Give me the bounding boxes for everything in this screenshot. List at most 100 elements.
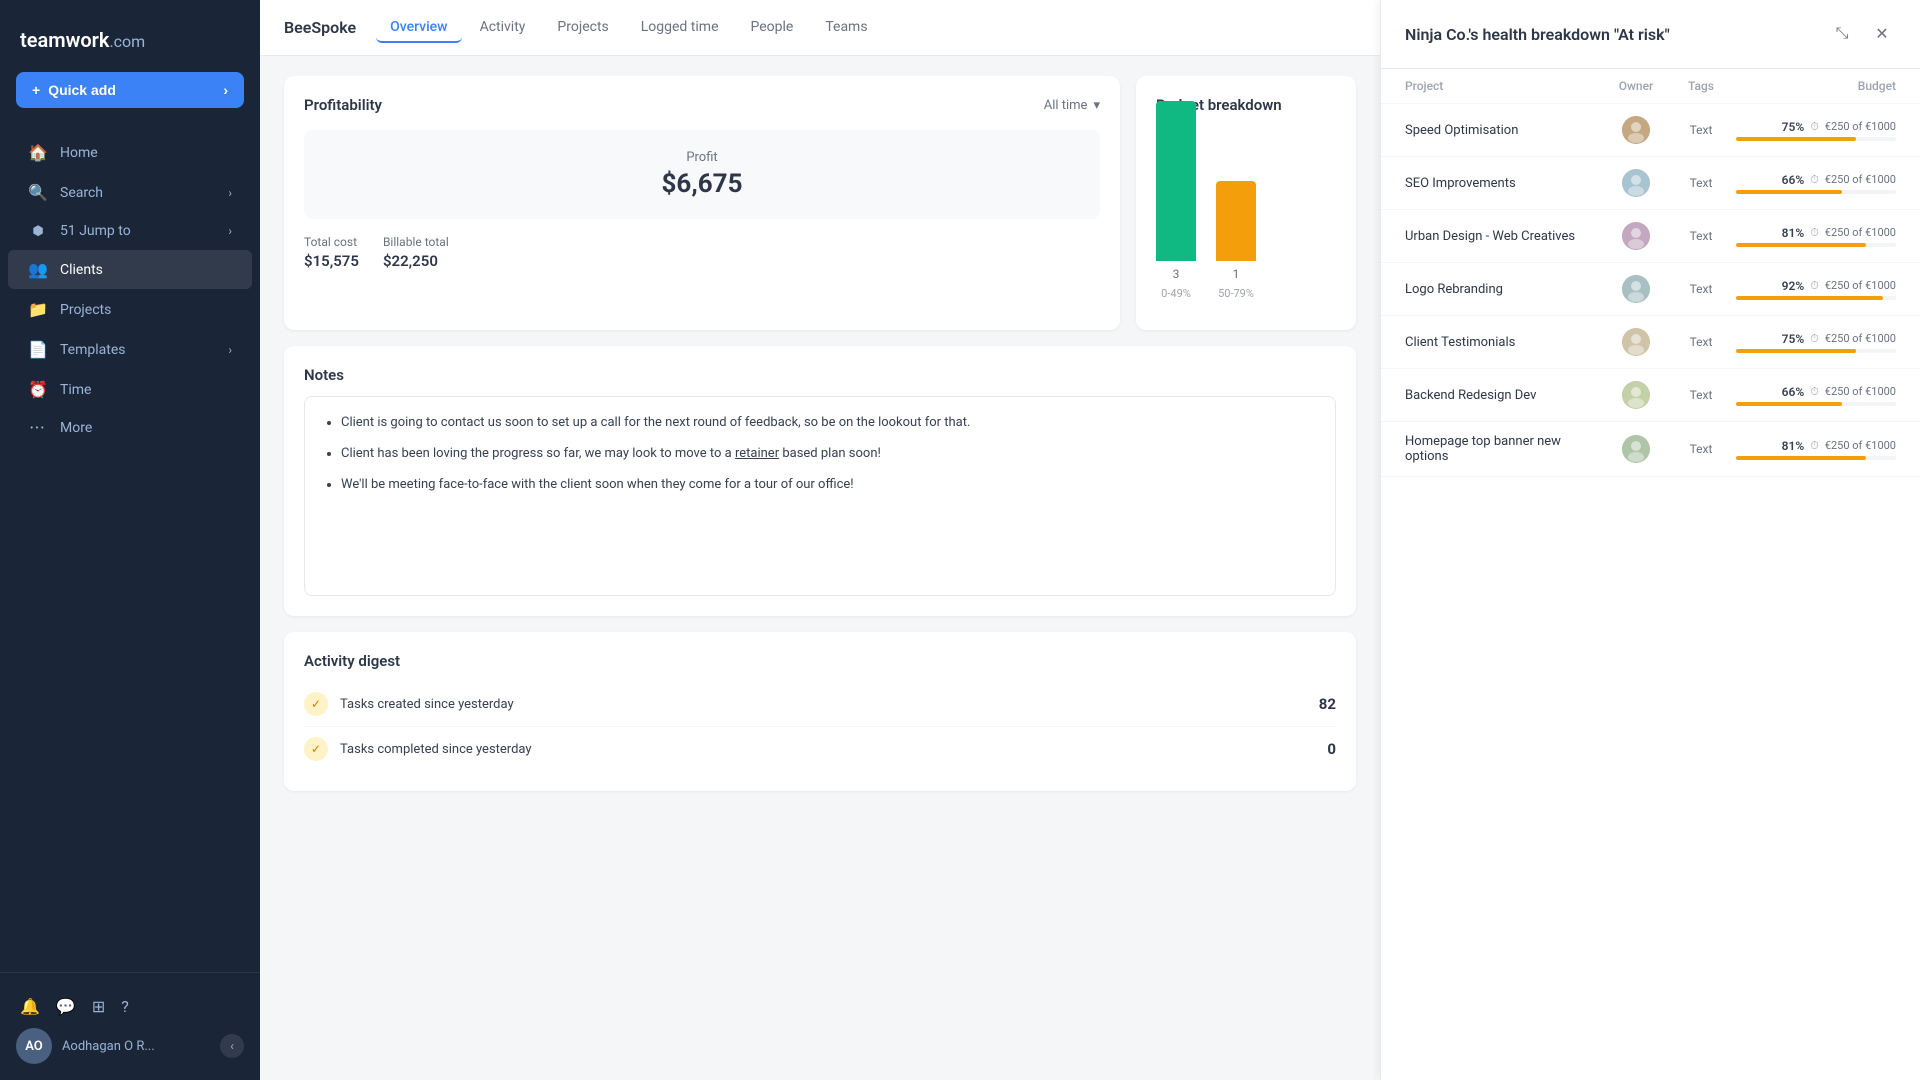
row-owner bbox=[1606, 381, 1666, 409]
activity-icon-2: ✓ bbox=[304, 737, 328, 761]
row-owner bbox=[1606, 169, 1666, 197]
profitability-title: Profitability bbox=[304, 96, 382, 114]
home-icon: 🏠 bbox=[28, 143, 48, 162]
bar-sublabel-1: 0-49% bbox=[1161, 287, 1191, 300]
sidebar-item-more[interactable]: ••• More bbox=[8, 410, 252, 446]
chevron-right-icon: › bbox=[228, 343, 232, 357]
sidebar-item-jump-to[interactable]: ⬢ 51 Jump to › bbox=[8, 213, 252, 249]
budget-percentage: 81% bbox=[1782, 439, 1805, 453]
sidebar-item-clients[interactable]: 👥 Clients bbox=[8, 250, 252, 289]
sidebar-item-label: Clients bbox=[60, 262, 103, 278]
logo-text: teamwork.com bbox=[20, 28, 145, 52]
row-budget: 92% ⏱ €250 of €1000 bbox=[1736, 279, 1896, 300]
budget-percentage: 81% bbox=[1782, 226, 1805, 240]
budget-bar-fill bbox=[1736, 402, 1842, 406]
row-project-name: Backend Redesign Dev bbox=[1405, 388, 1606, 403]
tab-activity[interactable]: Activity bbox=[466, 13, 540, 43]
panel-row: Client Testimonials Text 75% ⏱ €250 of €… bbox=[1381, 316, 1920, 369]
activity-count-2: 0 bbox=[1327, 740, 1336, 758]
tab-overview-active[interactable]: Overview bbox=[376, 13, 461, 43]
time-filter-label: All time bbox=[1044, 98, 1088, 113]
more-icon: ••• bbox=[28, 423, 48, 434]
clock-icon: ⏱ bbox=[1810, 332, 1819, 346]
sidebar-item-templates[interactable]: 📄 Templates › bbox=[8, 330, 252, 369]
tab-people[interactable]: People bbox=[737, 13, 808, 43]
clock-icon: ⏱ bbox=[1810, 226, 1819, 240]
notifications-icon[interactable]: 🔔 bbox=[20, 997, 40, 1016]
profitability-card: Profitability All time ▾ Profit $6,675 T… bbox=[284, 76, 1120, 330]
panel-row: Homepage top banner new options Text 81%… bbox=[1381, 422, 1920, 477]
column-owner: Owner bbox=[1606, 79, 1666, 93]
row-tags: Text bbox=[1666, 388, 1736, 402]
avatar bbox=[1622, 116, 1650, 144]
sidebar-item-search[interactable]: 🔍 Search › bbox=[8, 173, 252, 212]
sidebar-footer: 🔔 💬 ⊞ ? AO Aodhagan O R... ‹ bbox=[0, 972, 260, 1080]
row-owner bbox=[1606, 435, 1666, 463]
chevron-right-icon: › bbox=[228, 224, 232, 238]
sidebar-item-projects[interactable]: 📁 Projects bbox=[8, 290, 252, 329]
sidebar-footer-icons: 🔔 💬 ⊞ ? bbox=[16, 989, 244, 1028]
top-navigation: BeeSpoke Overview Overview Activity Proj… bbox=[260, 0, 1380, 56]
row-owner bbox=[1606, 222, 1666, 250]
row-tags: Text bbox=[1666, 123, 1736, 137]
sidebar-item-label: Search bbox=[60, 185, 103, 201]
sidebar-collapse-button[interactable]: ‹ bbox=[220, 1034, 244, 1058]
panel-row: Speed Optimisation Text 75% ⏱ €250 of €1… bbox=[1381, 104, 1920, 157]
close-button[interactable]: ✕ bbox=[1868, 20, 1896, 48]
time-filter[interactable]: All time ▾ bbox=[1044, 98, 1100, 113]
tab-logged-time[interactable]: Logged time bbox=[627, 13, 733, 43]
sidebar-item-home[interactable]: 🏠 Home bbox=[8, 133, 252, 172]
row-project-name: Speed Optimisation bbox=[1405, 123, 1606, 138]
budget-amount: €250 of €1000 bbox=[1825, 332, 1896, 345]
sidebar-item-time[interactable]: ⏰ Time bbox=[8, 370, 252, 409]
billable-total-value: $22,250 bbox=[383, 252, 438, 270]
budget-bar-row bbox=[1736, 296, 1896, 300]
sidebar-user[interactable]: AO Aodhagan O R... ‹ bbox=[16, 1028, 244, 1064]
retainer-word: retainer bbox=[735, 446, 779, 461]
tab-teams[interactable]: Teams bbox=[811, 13, 881, 43]
total-cost-stat: Total cost $15,575 bbox=[304, 235, 359, 270]
row-project-name: Urban Design - Web Creatives bbox=[1405, 229, 1606, 244]
row-tags: Text bbox=[1666, 442, 1736, 456]
budget-percentage: 75% bbox=[1782, 332, 1805, 346]
budget-bar-fill bbox=[1736, 456, 1866, 460]
avatar bbox=[1622, 275, 1650, 303]
quick-add-button[interactable]: + Quick add › bbox=[16, 72, 244, 108]
projects-icon: 📁 bbox=[28, 300, 48, 319]
row-project-name: Client Testimonials bbox=[1405, 335, 1606, 350]
note-item-3: We'll be meeting face-to-face with the c… bbox=[341, 475, 1315, 496]
row-budget: 81% ⏱ €250 of €1000 bbox=[1736, 439, 1896, 460]
quick-add-chevron-icon: › bbox=[223, 82, 228, 98]
budget-bar-fill bbox=[1736, 243, 1866, 247]
content-area: Profitability All time ▾ Profit $6,675 T… bbox=[260, 56, 1380, 1080]
panel-header: Ninja Co.'s health breakdown "At risk" ⤡… bbox=[1381, 0, 1920, 69]
help-icon[interactable]: ? bbox=[121, 997, 129, 1016]
activity-digest-card: Activity digest ✓ Tasks created since ye… bbox=[284, 632, 1356, 791]
search-icon: 🔍 bbox=[28, 183, 48, 202]
activity-count-1: 82 bbox=[1319, 695, 1336, 713]
apps-icon[interactable]: ⊞ bbox=[92, 997, 105, 1016]
panel-row: Backend Redesign Dev Text 66% ⏱ €250 of … bbox=[1381, 369, 1920, 422]
tab-projects[interactable]: Projects bbox=[543, 13, 622, 43]
avatar bbox=[1622, 435, 1650, 463]
activity-digest-title: Activity digest bbox=[304, 652, 1336, 670]
budget-bar-row bbox=[1736, 190, 1896, 194]
sidebar-item-label: Home bbox=[60, 145, 98, 161]
top-row: Profitability All time ▾ Profit $6,675 T… bbox=[284, 76, 1356, 330]
budget-percentage: 66% bbox=[1782, 385, 1805, 399]
total-cost-value: $15,575 bbox=[304, 252, 359, 270]
row-budget: 75% ⏱ €250 of €1000 bbox=[1736, 120, 1896, 141]
billable-total-stat: Billable total $22,250 bbox=[383, 235, 449, 270]
chat-icon[interactable]: 💬 bbox=[56, 997, 76, 1016]
row-tags: Text bbox=[1666, 282, 1736, 296]
budget-info: 66% ⏱ €250 of €1000 bbox=[1782, 385, 1896, 399]
expand-button[interactable]: ⤡ bbox=[1828, 20, 1856, 48]
budget-bar-green bbox=[1156, 101, 1196, 261]
row-project-name: SEO Improvements bbox=[1405, 176, 1606, 191]
card-header: Profitability All time ▾ bbox=[304, 96, 1100, 114]
sidebar-navigation: 🏠 Home 🔍 Search › ⬢ 51 Jump to › 👥 Clien… bbox=[0, 124, 260, 972]
activity-label-2: Tasks completed since yesterday bbox=[340, 742, 532, 757]
activity-icon-1: ✓ bbox=[304, 692, 328, 716]
notes-content[interactable]: Client is going to contact us soon to se… bbox=[304, 396, 1336, 596]
budget-bar-fill bbox=[1736, 137, 1856, 141]
